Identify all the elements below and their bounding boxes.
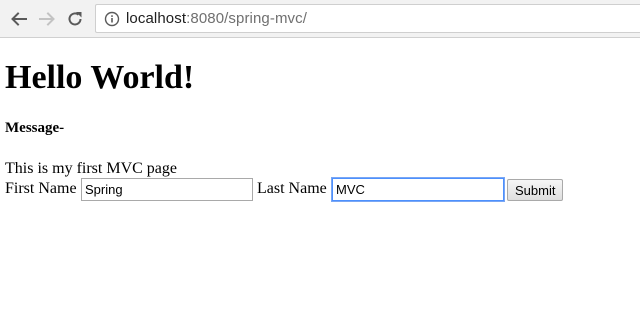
arrow-right-icon: [38, 10, 56, 28]
url-path: :8080/spring-mvc/: [186, 10, 308, 27]
first-name-label: First Name: [5, 180, 77, 197]
first-name-field[interactable]: [81, 178, 253, 201]
info-circle-icon[interactable]: [104, 11, 120, 27]
message-heading: Message-: [5, 120, 65, 136]
page-title: Hello World!: [5, 59, 195, 96]
reload-icon: [66, 10, 84, 28]
reload-button[interactable]: [64, 8, 86, 30]
back-button[interactable]: [8, 8, 30, 30]
page-content: Hello World! Message- This is my first M…: [0, 38, 640, 311]
arrow-left-icon: [10, 10, 28, 28]
url-text: localhost:8080/spring-mvc/: [126, 10, 307, 27]
name-form: First Name Last Name Submit: [5, 178, 635, 202]
submit-button[interactable]: Submit: [507, 179, 564, 201]
last-name-field[interactable]: [332, 178, 504, 201]
address-bar[interactable]: localhost:8080/spring-mvc/: [95, 4, 640, 33]
url-host: localhost: [126, 10, 187, 27]
browser-toolbar: localhost:8080/spring-mvc/: [0, 0, 640, 38]
intro-text: This is my first MVC page: [5, 160, 177, 177]
forward-button[interactable]: [36, 8, 58, 30]
last-name-label: Last Name: [257, 180, 327, 197]
